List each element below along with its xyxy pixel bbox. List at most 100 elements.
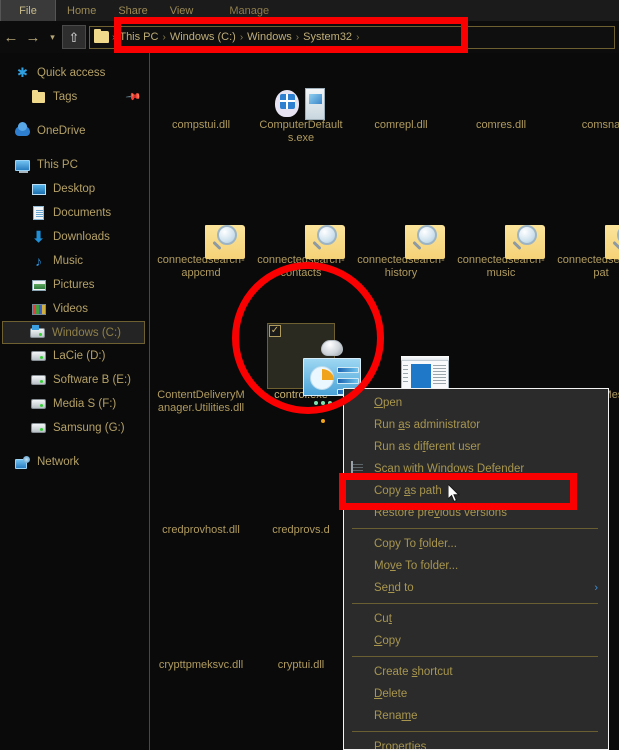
sidebar-item-label: Videos — [53, 303, 88, 315]
shield-icon — [351, 418, 365, 432]
forward-arrow-icon[interactable]: → — [22, 25, 44, 49]
tab-file-label: File — [19, 4, 37, 17]
back-arrow-icon[interactable]: ← — [0, 25, 22, 49]
menu-item-label: Delete — [374, 688, 408, 700]
sidebar-item-tags[interactable]: Tags 📌 — [0, 85, 149, 109]
tab-manage[interactable]: Manage — [218, 0, 280, 21]
file-grid: compstui.dll ComputerDefaults.exe comrepl.… — [151, 53, 619, 671]
file-item[interactable]: connectedsearch-appcmd — [151, 188, 251, 280]
breadcrumb-windows-c[interactable]: Windows (C:) — [167, 31, 239, 43]
up-arrow-icon[interactable]: ⇧ — [62, 25, 86, 49]
defender-icon — [351, 461, 365, 476]
file-item[interactable]: comsna — [551, 53, 619, 132]
file-item[interactable]: cryptui.dll — [251, 593, 351, 672]
menu-item-label: Run as different user — [374, 441, 481, 453]
context-menu[interactable]: Open Run as administrator Run as different… — [343, 388, 609, 750]
file-icon-wrapper — [351, 53, 451, 119]
sidebar-item-downloads[interactable]: ⬇ Downloads — [0, 225, 149, 249]
sidebar-item-network[interactable]: Network — [0, 450, 149, 474]
sidebar-item-label: OneDrive — [37, 125, 86, 137]
sidebar-item-pictures[interactable]: Pictures — [0, 273, 149, 297]
menu-item-copy-as-path[interactable]: Copy as path — [344, 480, 608, 502]
chevron-down-icon[interactable]: ▾ — [44, 25, 61, 49]
tab-home-label: Home — [67, 4, 97, 17]
sidebar-item-this-pc[interactable]: This PC — [0, 153, 149, 177]
menu-item-delete[interactable]: Delete — [344, 683, 608, 705]
menu-item-restore-previous-versions[interactable]: Restore previous versions — [344, 502, 608, 524]
drive-system-icon — [29, 324, 46, 340]
file-item[interactable] — [151, 728, 251, 750]
file-item[interactable]: connectedsearch-history — [351, 188, 451, 280]
file-item[interactable]: ContentDeliveryManager.Utilities.dll — [151, 323, 251, 415]
menu-item-rename[interactable]: Rename — [344, 705, 608, 727]
sidebar-item-lacie-d[interactable]: LaCie (D:) — [0, 344, 149, 368]
menu-item-cut[interactable]: Cut — [344, 608, 608, 630]
tab-share[interactable]: Share — [107, 0, 158, 21]
sidebar-item-label: Desktop — [53, 183, 96, 195]
sidebar-item-quick-access[interactable]: ✱ Quick access — [0, 61, 149, 85]
breadcrumb-this-pc[interactable]: This PC — [116, 31, 161, 43]
file-item[interactable]: crypttpmeksvc.dll — [151, 593, 251, 672]
address-bar[interactable]: › This PC › Windows (C:) › Windows › Sys… — [89, 25, 615, 49]
file-name-label: crypttpmeksvc.dll — [158, 659, 244, 671]
sidebar-item-label: Media S (F:) — [53, 398, 117, 410]
menu-item-copy-to-folder[interactable]: Copy To folder... — [344, 533, 608, 555]
sidebar-item-onedrive[interactable]: OneDrive — [0, 119, 149, 143]
menu-item-run-as-different-user[interactable]: Run as different user — [344, 436, 608, 458]
file-name-label: credprovhost.dll — [162, 524, 240, 536]
pin-icon[interactable]: 📌 — [124, 89, 141, 105]
file-icon-wrapper — [251, 53, 351, 120]
menu-item-open[interactable]: Open — [344, 392, 608, 414]
ribbon-tab-bar: File Home Share View Manage — [0, 0, 619, 21]
menu-item-create-shortcut[interactable]: Create shortcut — [344, 661, 608, 683]
file-item[interactable] — [251, 728, 351, 750]
file-icon-wrapper: ✓ — [267, 323, 361, 423]
menu-item-properties[interactable]: Properties — [344, 736, 608, 750]
file-name-label: credprovs.d — [272, 524, 330, 536]
file-item[interactable]: credprovhost.dll — [151, 458, 251, 537]
file-item[interactable]: comres.dll — [451, 53, 551, 132]
tab-file[interactable]: File — [0, 0, 56, 21]
file-icon-wrapper — [551, 53, 619, 119]
navigation-pane: ✱ Quick access Tags 📌 OneDrive This PC Desktop… — [0, 53, 150, 750]
sidebar-item-windows-c[interactable]: Windows (C:) — [2, 321, 145, 344]
sidebar-item-desktop[interactable]: Desktop — [0, 177, 149, 201]
menu-item-scan-with-windows-defender[interactable]: Scan with Windows Defender — [344, 458, 608, 480]
sidebar-item-samsung-g[interactable]: Samsung (G:) — [0, 416, 149, 440]
sidebar-item-media-s-f[interactable]: Media S (F:) — [0, 392, 149, 416]
file-item[interactable]: comrepl.dll — [351, 53, 451, 132]
drive-icon — [30, 373, 47, 388]
file-item-selected[interactable]: ✓ control.exe — [251, 323, 361, 423]
menu-item-label: Properties — [374, 741, 427, 750]
selection-checkbox[interactable]: ✓ — [269, 325, 281, 337]
file-icon-wrapper — [451, 53, 551, 119]
menu-item-copy[interactable]: Copy — [344, 630, 608, 652]
breadcrumb-windows[interactable]: Windows — [244, 31, 295, 43]
menu-item-label: Create shortcut — [374, 666, 453, 678]
tab-view[interactable]: View — [159, 0, 205, 21]
menu-item-send-to[interactable]: Send to › — [344, 577, 608, 599]
sidebar-item-software-b-e[interactable]: Software B (E:) — [0, 368, 149, 392]
menu-item-label: Copy as path — [374, 485, 442, 497]
file-item[interactable]: compstui.dll — [151, 53, 251, 132]
menu-item-move-to-folder[interactable]: Move To folder... — [344, 555, 608, 577]
sidebar-item-videos[interactable]: Videos — [0, 297, 149, 321]
menu-item-run-as-administrator[interactable]: Run as administrator — [344, 414, 608, 436]
file-item[interactable]: connectedsearch-pat — [551, 188, 619, 280]
star-icon: ✱ — [17, 65, 28, 80]
file-item[interactable]: credprovs.d — [251, 458, 351, 537]
file-name-label: cryptui.dll — [277, 659, 325, 671]
sidebar-item-documents[interactable]: Documents — [0, 201, 149, 225]
sidebar-item-music[interactable]: ♪ Music — [0, 249, 149, 273]
file-icon-wrapper — [151, 323, 251, 389]
sidebar-item-label: Windows (C:) — [52, 326, 122, 339]
chevron-right-icon: › — [594, 582, 598, 594]
shield-icon — [351, 709, 365, 723]
breadcrumb-system32[interactable]: System32 — [300, 31, 355, 43]
file-item[interactable]: ComputerDefaults.exe — [251, 53, 351, 145]
file-item[interactable]: connectedsearch-contacts — [251, 188, 351, 280]
file-item[interactable]: connectedsearch-music — [451, 188, 551, 280]
tab-home[interactable]: Home — [56, 0, 107, 21]
menu-item-label: Run as administrator — [374, 419, 481, 431]
